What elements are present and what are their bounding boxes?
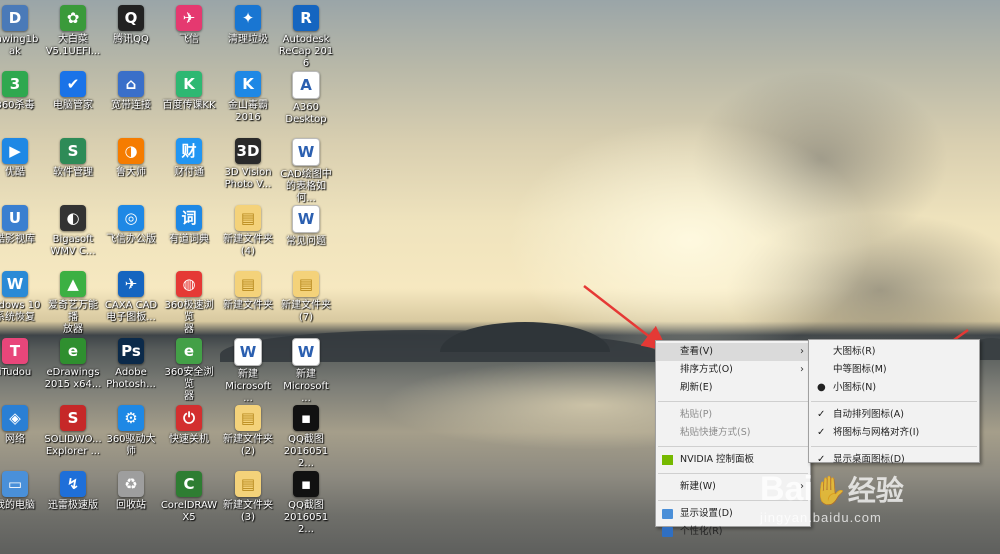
menu-item-refresh[interactable]: 刷新(E) — [656, 379, 810, 397]
submenu-item-show-desktop-icons[interactable]: ✓ 显示桌面图标(D) — [809, 451, 979, 469]
baidu-paw-icon: ✋ — [812, 475, 848, 506]
menu-item-sort-label: 排序方式(O) — [680, 364, 733, 375]
menu-separator — [658, 401, 808, 402]
submenu-arrow-icon: › — [800, 346, 804, 357]
radio-dot-icon: ● — [817, 382, 826, 393]
menu-item-refresh-label: 刷新(E) — [680, 382, 713, 393]
menu-item-view[interactable]: 查看(V) › — [656, 343, 810, 361]
menu-item-nvidia[interactable]: NVIDIA 控制面板 — [656, 451, 810, 469]
watermark-brand-suffix: 经验 — [847, 475, 904, 506]
watermark-brand: Bai — [760, 470, 813, 508]
submenu-item-align-grid[interactable]: ✓ 将图标与网格对齐(I) — [809, 424, 979, 442]
submenu-item-large-icons[interactable]: 大图标(R) — [809, 343, 979, 361]
menu-item-paste-shortcut[interactable]: 粘贴快捷方式(S) — [656, 424, 810, 442]
menu-item-new-label: 新建(W) — [680, 481, 716, 492]
annotation-arrow-left — [583, 285, 668, 352]
display-settings-icon — [662, 509, 673, 519]
submenu-item-align-grid-label: 将图标与网格对齐(I) — [833, 427, 920, 438]
submenu-item-large-label: 大图标(R) — [833, 346, 876, 357]
menu-item-view-label: 查看(V) — [680, 346, 713, 357]
menu-item-sort[interactable]: 排序方式(O) › — [656, 361, 810, 379]
submenu-item-auto-arrange[interactable]: ✓ 自动排列图标(A) — [809, 406, 979, 424]
checkmark-icon: ✓ — [817, 427, 826, 438]
menu-item-display-label: 显示设置(D) — [680, 508, 733, 519]
menu-item-nvidia-label: NVIDIA 控制面板 — [680, 454, 755, 465]
menu-item-paste-shortcut-label: 粘贴快捷方式(S) — [680, 427, 751, 438]
submenu-arrow-icon: › — [800, 364, 804, 375]
baidu-watermark: Bai✋经验 jingyan.baidu.com — [760, 470, 970, 534]
watermark-url: jingyan.baidu.com — [760, 510, 882, 525]
view-submenu: 大图标(R) 中等图标(M) ● 小图标(N) ✓ 自动排列图标(A) ✓ 将图… — [808, 339, 980, 465]
menu-item-personalize-label: 个性化(R) — [680, 526, 723, 537]
menu-item-paste-label: 粘贴(P) — [680, 409, 713, 420]
submenu-item-auto-arrange-label: 自动排列图标(A) — [833, 409, 904, 420]
submenu-item-medium-icons[interactable]: 中等图标(M) — [809, 361, 979, 379]
menu-item-paste[interactable]: 粘贴(P) — [656, 406, 810, 424]
desktop-wallpaper[interactable]: Drawing1b ak3360杀毒▶优酷U酷影视库Windows 10 系统恢… — [0, 0, 1000, 554]
nvidia-icon — [662, 455, 673, 465]
menu-separator — [811, 401, 977, 402]
personalize-icon — [662, 527, 673, 537]
menu-separator — [811, 446, 977, 447]
checkmark-icon: ✓ — [817, 454, 826, 465]
submenu-item-show-icons-label: 显示桌面图标(D) — [833, 454, 905, 465]
menu-separator — [658, 446, 808, 447]
submenu-item-small-label: 小图标(N) — [833, 382, 877, 393]
submenu-item-small-icons[interactable]: ● 小图标(N) — [809, 379, 979, 397]
submenu-item-medium-label: 中等图标(M) — [833, 364, 887, 375]
checkmark-icon: ✓ — [817, 409, 826, 420]
